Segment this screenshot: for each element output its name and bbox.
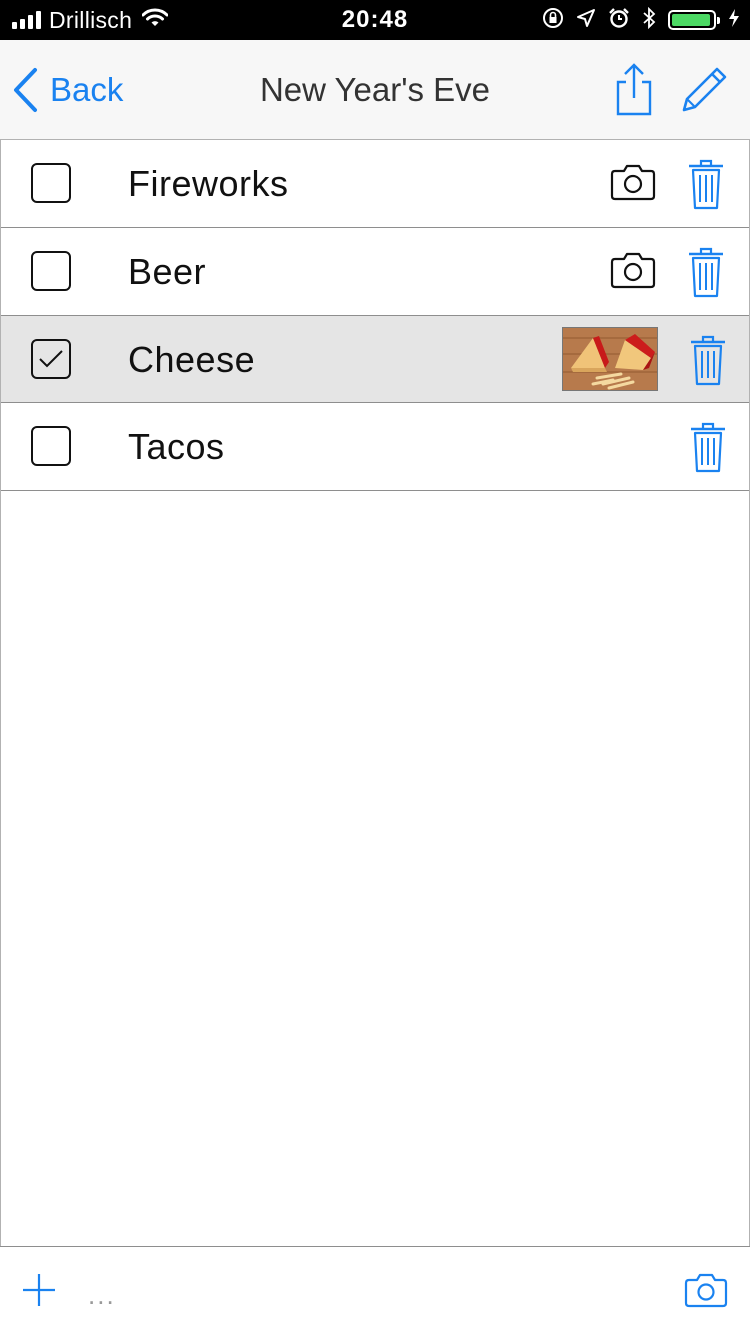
- back-label: Back: [50, 71, 124, 108]
- back-button[interactable]: Back: [12, 64, 123, 116]
- more-button[interactable]: ...: [88, 1282, 116, 1308]
- item-checkbox[interactable]: [31, 163, 71, 203]
- charging-icon: [728, 8, 740, 33]
- battery-level: [672, 14, 710, 26]
- list-item[interactable]: Cheese: [0, 315, 750, 403]
- list-item[interactable]: Fireworks: [0, 140, 750, 228]
- item-checkbox[interactable]: [31, 251, 71, 291]
- pencil-icon: [682, 67, 727, 112]
- trash-icon: [691, 335, 725, 386]
- camera-icon: [610, 164, 656, 201]
- share-button[interactable]: [612, 62, 656, 121]
- cheese-photo-thumbnail[interactable]: [562, 327, 658, 391]
- bottom-toolbar: ...: [0, 1246, 750, 1334]
- item-label: Beer: [128, 251, 207, 292]
- delete-button[interactable]: [690, 334, 726, 391]
- trash-icon: [691, 422, 725, 473]
- rotation-lock-icon: [542, 7, 564, 34]
- status-right: [542, 0, 740, 40]
- item-label: Tacos: [128, 426, 225, 467]
- add-photo-button[interactable]: [610, 250, 656, 295]
- shopping-list: Fireworks Beer Cheese Tacos: [0, 140, 750, 491]
- page-title: New Year's Eve: [259, 71, 491, 108]
- item-label: Fireworks: [128, 163, 289, 204]
- camera-button[interactable]: [684, 1271, 728, 1314]
- item-checkbox[interactable]: [31, 426, 71, 466]
- navigation-bar: Back New Year's Eve: [0, 40, 750, 140]
- camera-icon: [684, 1273, 728, 1308]
- item-label: Cheese: [128, 339, 256, 380]
- bluetooth-icon: [642, 6, 656, 34]
- battery-icon: [668, 10, 720, 30]
- chevron-left-icon: [14, 68, 37, 112]
- plus-icon: [23, 1274, 55, 1306]
- checkmark-icon: [39, 350, 63, 368]
- location-icon: [576, 8, 596, 33]
- alarm-icon: [608, 7, 630, 34]
- trash-icon: [689, 247, 723, 298]
- item-checkbox[interactable]: [31, 339, 71, 379]
- camera-icon: [610, 252, 656, 289]
- status-bar: Drillisch 20:48: [0, 0, 750, 40]
- add-item-button[interactable]: [22, 1273, 56, 1312]
- delete-button[interactable]: [690, 421, 726, 478]
- list-item[interactable]: Beer: [0, 228, 750, 316]
- list-item[interactable]: Tacos: [0, 403, 750, 491]
- trash-icon: [689, 159, 723, 210]
- delete-button[interactable]: [688, 158, 724, 215]
- delete-button[interactable]: [688, 246, 724, 303]
- share-icon: [616, 63, 652, 116]
- add-photo-button[interactable]: [610, 162, 656, 207]
- frame-border-left: [0, 140, 1, 1334]
- edit-button[interactable]: [678, 62, 730, 121]
